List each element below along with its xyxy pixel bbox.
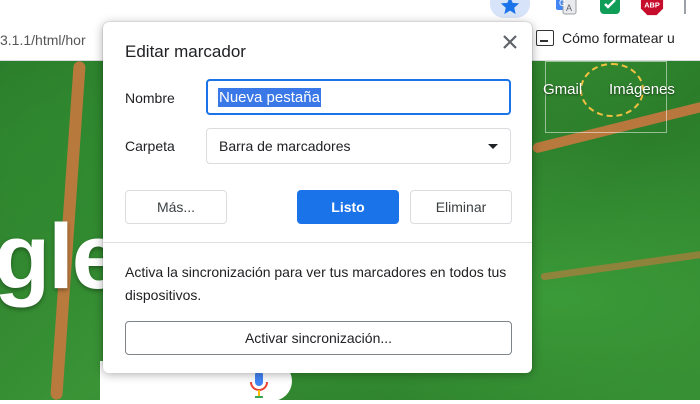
images-link[interactable]: Imágenes <box>609 81 675 98</box>
folder-select[interactable]: Barra de marcadores <box>206 128 511 164</box>
close-button[interactable] <box>500 32 520 52</box>
more-button[interactable]: Más... <box>125 190 227 224</box>
green-extension-icon[interactable] <box>598 0 622 16</box>
bookmark-favicon-icon <box>536 30 554 46</box>
svg-text:A: A <box>566 3 572 13</box>
road-decoration <box>540 248 700 281</box>
dialog-title: Editar marcador <box>125 42 246 61</box>
browser-toolbar: GA ABP <box>0 0 700 20</box>
sync-description: Activa la sincronización para ver tus ma… <box>125 264 507 303</box>
microphone-icon[interactable] <box>248 369 270 404</box>
done-button[interactable]: Listo <box>297 190 399 224</box>
bookmark-bar-item[interactable]: Cómo formatear u <box>536 30 675 46</box>
close-icon <box>503 35 517 49</box>
adblock-plus-label: ABP <box>644 1 660 10</box>
sync-promo: Activa la sincronización para ver tus ma… <box>103 242 532 373</box>
remove-button[interactable]: Eliminar <box>410 190 512 224</box>
folder-label: Carpeta <box>125 138 175 154</box>
google-translate-icon[interactable]: GA <box>554 0 578 16</box>
turn-on-sync-button[interactable]: Activar sincronización... <box>125 321 512 355</box>
url-text[interactable]: 3.1.1/html/hor <box>0 32 86 48</box>
toolbar-divider <box>684 0 686 14</box>
bookmark-star-icon[interactable] <box>498 0 522 18</box>
chevron-down-icon <box>488 143 498 149</box>
name-input[interactable]: Nueva pestaña <box>206 79 511 115</box>
name-input-value: Nueva pestaña <box>218 87 321 107</box>
bookmark-bar-label: Cómo formatear u <box>562 30 675 46</box>
folder-select-value: Barra de marcadores <box>219 138 351 154</box>
svg-text:G: G <box>559 0 566 8</box>
name-label: Nombre <box>125 90 175 106</box>
adblock-plus-icon[interactable]: ABP <box>640 0 664 16</box>
gmail-link[interactable]: Gmail <box>543 81 582 98</box>
edit-bookmark-dialog: Editar marcador Nombre Nueva pestaña Car… <box>103 22 532 373</box>
